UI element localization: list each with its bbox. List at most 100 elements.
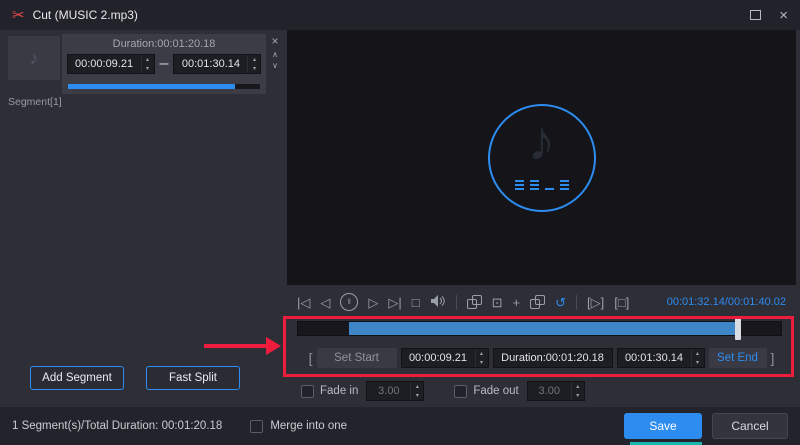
fast-split-button[interactable]: Fast Split xyxy=(146,366,240,390)
trim-duration-display: Duration:00:01:20.18 xyxy=(492,348,613,368)
titlebar: ✂ Cut (MUSIC 2.mp3) × xyxy=(0,0,800,30)
segment-end-time-value[interactable]: 00:01:30.14 xyxy=(174,55,247,73)
trim-end-time-value[interactable]: 00:01:30.14 xyxy=(618,349,691,367)
copy-icon[interactable] xyxy=(530,295,546,309)
fade-in-label: Fade in xyxy=(320,385,359,397)
music-note-icon: ♪ xyxy=(527,108,556,172)
trim-end-time-field[interactable]: 00:01:30.14 ▴ ▾ xyxy=(616,348,705,368)
move-down-icon[interactable]: ∨ xyxy=(272,62,278,70)
spin-up-icon[interactable]: ▴ xyxy=(692,349,704,358)
compare-icon[interactable] xyxy=(466,295,482,309)
toolbar-divider xyxy=(576,294,578,310)
audio-placeholder-icon: ♪ xyxy=(487,103,596,212)
toolbar-divider xyxy=(455,294,457,310)
step-back-icon[interactable]: ◁ xyxy=(320,296,330,309)
cancel-button[interactable]: Cancel xyxy=(712,413,788,439)
move-up-icon[interactable]: ∧ xyxy=(272,51,278,59)
trim-start-time-field[interactable]: 00:00:09.21 ▴ ▾ xyxy=(400,348,489,368)
step-forward-icon[interactable]: ▷ xyxy=(368,296,378,309)
segment-name-label: Segment[1] xyxy=(8,96,62,108)
spin-up-icon[interactable]: ▴ xyxy=(248,55,260,64)
playback-toolbar: |◁ ◁ ‖ ▷ ▷| □ ⊡ + ↺ [▷] [□] 00:01:32.14/… xyxy=(287,285,796,319)
spin-up-icon[interactable]: ▴ xyxy=(476,349,488,358)
trim-end-spinner[interactable]: ▴ ▾ xyxy=(690,349,704,367)
segment-side-controls: × ∧ ∨ xyxy=(267,34,283,70)
fade-in-duration-value[interactable]: 3.00 xyxy=(367,382,410,400)
segment-editor: Duration:00:01:20.18 00:00:09.21 ▴ ▾ – 0… xyxy=(62,34,266,94)
segment-end-spinner[interactable]: ▴ ▾ xyxy=(247,55,260,73)
segment-progress-track[interactable] xyxy=(68,84,260,89)
segment-time-range: 00:00:09.21 ▴ ▾ – 00:01:30.14 ▴ ▾ xyxy=(62,54,266,74)
maximize-icon[interactable] xyxy=(750,10,762,20)
pause-button[interactable]: ‖ xyxy=(340,293,359,311)
spin-down-icon[interactable]: ▾ xyxy=(692,358,704,367)
segment-start-spinner[interactable]: ▴ ▾ xyxy=(140,55,154,73)
fade-options-row: Fade in 3.00 ▴ ▾ Fade out 3.00 ▴ ▾ xyxy=(287,380,796,402)
volume-icon[interactable] xyxy=(430,294,446,310)
timeline-playhead-handle[interactable] xyxy=(734,318,741,340)
segments-summary: 1 Segment(s)/Total Duration: 00:01:20.18 xyxy=(12,420,223,432)
trim-controls-row: [ Set Start 00:00:09.21 ▴ ▾ Duration:00:… xyxy=(287,347,796,369)
timeline-track[interactable] xyxy=(297,318,782,340)
pause-icon: ‖ xyxy=(347,298,351,306)
play-segment-icon[interactable]: [▷] xyxy=(587,296,604,309)
fade-out-checkbox[interactable] xyxy=(454,384,468,398)
trim-start-spinner[interactable]: ▴ ▾ xyxy=(474,349,488,367)
spin-down-icon[interactable]: ▾ xyxy=(572,391,584,400)
merge-option: Merge into one xyxy=(250,419,348,433)
segment-start-time-field[interactable]: 00:00:09.21 ▴ ▾ xyxy=(66,54,155,74)
segment-start-time-value[interactable]: 00:00:09.21 xyxy=(68,55,141,73)
annotation-arrow-line xyxy=(204,344,268,348)
stop-segment-icon[interactable]: [□] xyxy=(614,296,629,309)
start-bracket-label: [ xyxy=(308,350,313,366)
set-start-button[interactable]: Set Start xyxy=(316,348,397,368)
segment-thumbnail[interactable]: ♪ xyxy=(8,36,60,80)
fade-out-spinner[interactable]: ▴ ▾ xyxy=(570,382,584,400)
spin-down-icon[interactable]: ▾ xyxy=(476,358,488,367)
window-title: Cut (MUSIC 2.mp3) xyxy=(32,8,138,22)
save-button[interactable]: Save xyxy=(624,413,702,439)
merge-label: Merge into one xyxy=(270,420,348,432)
segment-duration-label: Duration:00:01:20.18 xyxy=(112,38,216,50)
segments-panel: ♪ Duration:00:01:20.18 00:00:09.21 ▴ ▾ –… xyxy=(0,30,285,407)
stop-icon[interactable]: □ xyxy=(412,296,420,309)
close-icon[interactable]: × xyxy=(779,8,788,23)
trim-start-time-value[interactable]: 00:00:09.21 xyxy=(402,349,475,367)
spin-up-icon[interactable]: ▴ xyxy=(142,55,154,64)
add-segment-button[interactable]: Add Segment xyxy=(30,366,124,390)
remove-segment-icon[interactable]: × xyxy=(271,34,278,48)
skip-back-icon[interactable]: |◁ xyxy=(297,296,310,309)
skip-forward-icon[interactable]: ▷| xyxy=(388,296,401,309)
spin-up-icon[interactable]: ▴ xyxy=(411,382,423,391)
playback-time-display: 00:01:32.14/00:01:40.02 xyxy=(666,296,786,308)
fade-out-label: Fade out xyxy=(473,385,519,397)
range-separator: – xyxy=(159,55,169,72)
fade-in-duration-field[interactable]: 3.00 ▴ ▾ xyxy=(366,381,425,401)
fade-out-duration-value[interactable]: 3.00 xyxy=(528,382,571,400)
spin-up-icon[interactable]: ▴ xyxy=(572,382,584,391)
window-controls: × xyxy=(750,8,788,23)
spin-down-icon[interactable]: ▾ xyxy=(248,64,260,73)
footer-bar: 1 Segment(s)/Total Duration: 00:01:20.18… xyxy=(0,407,800,445)
scissors-icon: ✂ xyxy=(12,7,25,24)
reset-icon[interactable]: ↺ xyxy=(555,296,566,309)
segment-progress-fill xyxy=(68,84,236,89)
snapshot-icon[interactable]: ⊡ xyxy=(492,296,503,309)
video-preview-area: ♪ xyxy=(287,30,796,285)
segment-end-time-field[interactable]: 00:01:30.14 ▴ ▾ xyxy=(173,54,262,74)
preview-panel: ♪ |◁ ◁ ‖ ▷ ▷| □ ⊡ + ↺ [▷] [□] 00:01:32.1… xyxy=(285,30,800,407)
fade-out-duration-field[interactable]: 3.00 ▴ ▾ xyxy=(526,381,585,401)
spin-down-icon[interactable]: ▾ xyxy=(411,391,423,400)
end-bracket-label: ] xyxy=(770,350,775,366)
fade-in-spinner[interactable]: ▴ ▾ xyxy=(410,382,423,400)
annotation-arrow-head xyxy=(266,337,281,355)
timeline-selected-range[interactable] xyxy=(348,322,738,335)
equalizer-icon xyxy=(514,179,569,190)
add-icon[interactable]: + xyxy=(513,296,521,309)
merge-checkbox[interactable] xyxy=(250,419,264,433)
set-end-button[interactable]: Set End xyxy=(708,348,767,368)
cut-dialog-window: ✂ Cut (MUSIC 2.mp3) × ♪ Duration:00:01:2… xyxy=(0,0,800,445)
spin-down-icon[interactable]: ▾ xyxy=(142,64,154,73)
music-note-icon: ♪ xyxy=(29,47,39,68)
fade-in-checkbox[interactable] xyxy=(301,384,314,398)
